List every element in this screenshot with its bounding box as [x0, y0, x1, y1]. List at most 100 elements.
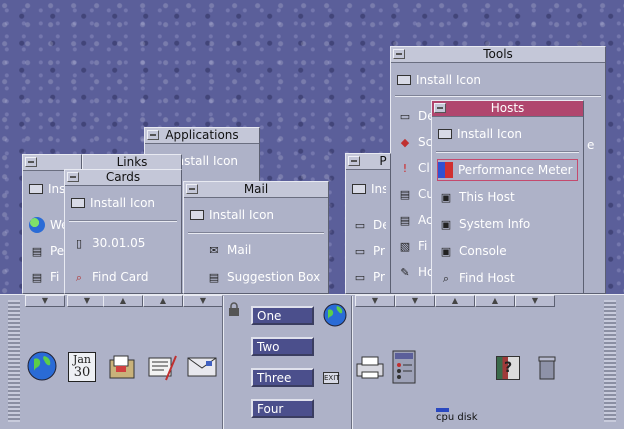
calendar-card-item[interactable]: ▯ 30.01.05	[71, 232, 177, 254]
search-icon: ◆	[400, 135, 410, 149]
disk-label: disk	[457, 412, 478, 423]
printers-item-label: Pri	[373, 270, 386, 284]
lock-icon[interactable]	[228, 302, 240, 316]
exit-button[interactable]: EXIT	[323, 372, 340, 384]
install-icon	[352, 184, 366, 194]
panel-divider	[222, 296, 224, 429]
console-item[interactable]: ▣ Console	[438, 240, 579, 262]
hotkey-icon: ✎	[400, 265, 410, 279]
envelope-icon: ✉	[209, 243, 219, 257]
applications-titlebar[interactable]: Applications	[145, 128, 259, 144]
mail-item[interactable]: ✉ Mail	[206, 239, 324, 261]
applications-install-icon[interactable]: Install Icon	[173, 150, 255, 172]
hosts-window: Hosts Install Icon Performance Meter ▣ T…	[431, 100, 584, 294]
workspace-one-button[interactable]: One	[251, 306, 314, 325]
printers-window: P Ins ▭ De ▭ Pri ▭ Pri	[345, 153, 391, 294]
find-file-icon: ▧	[399, 239, 411, 253]
links-item-label: Pe	[50, 244, 65, 258]
subpanel-tab[interactable]: ▲	[475, 295, 515, 307]
install-icon	[71, 198, 85, 208]
subpanel-tab[interactable]: ▲	[435, 295, 475, 307]
help-icon[interactable]: ?	[496, 356, 520, 380]
performance-meter-item[interactable]: Performance Meter	[437, 159, 578, 181]
mail-title: Mail	[243, 182, 269, 196]
subpanel-tab[interactable]: ▼	[183, 295, 223, 307]
hosts-item-label: Performance Meter	[458, 163, 573, 177]
install-icon	[190, 210, 204, 220]
printer-icon[interactable]	[355, 354, 385, 380]
web-browser-icon	[29, 217, 45, 233]
hosts-title: Hosts	[490, 101, 525, 115]
window-menu-button[interactable]	[147, 130, 159, 140]
tools-titlebar[interactable]: Tools	[391, 47, 605, 63]
printers-item[interactable]: ▭ Pri	[352, 240, 386, 262]
subpanel-tab[interactable]: ▼	[395, 295, 435, 307]
find-card-item[interactable]: ⌕ Find Card	[71, 266, 177, 288]
hosts-install-icon[interactable]: Install Icon	[438, 123, 579, 145]
cards-titlebar[interactable]: Cards	[65, 170, 181, 186]
tools-item-label: Cl	[418, 161, 430, 175]
panel-divider	[351, 296, 353, 429]
find-host-item[interactable]: ⌕ Find Host	[438, 267, 579, 289]
tools-install-icon[interactable]: Install Icon	[397, 69, 601, 91]
printers-item[interactable]: ▭ Pri	[352, 266, 386, 288]
window-menu-button[interactable]	[434, 103, 446, 113]
system-info-item[interactable]: ▣ System Info	[438, 213, 579, 235]
find-host-icon: ⌕	[442, 271, 450, 285]
card-icon: ▯	[75, 236, 83, 250]
calendar-icon[interactable]: Jan 30	[68, 352, 96, 382]
panel-handle-left[interactable]	[8, 300, 20, 422]
globe-icon[interactable]	[26, 350, 58, 382]
trash-icon[interactable]	[538, 356, 556, 380]
mail-item-label: Suggestion Box	[227, 270, 321, 284]
text-editor-icon[interactable]	[146, 350, 178, 382]
install-label: Install Icon	[90, 196, 156, 210]
tools-item-label: Fi	[418, 239, 428, 253]
subpanel-tab[interactable]: ▼	[355, 295, 395, 307]
window-menu-button[interactable]	[393, 49, 405, 59]
workspace-three-button[interactable]: Three	[251, 368, 314, 387]
cards-window: Cards Install Icon ▯ 30.01.05 ⌕ Find Card	[64, 169, 182, 294]
printers-install-icon[interactable]: Ins	[352, 178, 386, 200]
subpanel-tab[interactable]: ▲	[103, 295, 143, 307]
separator	[188, 232, 324, 234]
style-manager-icon[interactable]	[392, 350, 416, 384]
mail-titlebar[interactable]: Mail	[184, 182, 328, 198]
subpanel-tab[interactable]: ▲	[143, 295, 183, 307]
file-manager-icon[interactable]	[106, 350, 138, 382]
personal-bookmarks-icon: ▤	[31, 244, 43, 258]
workspace-four-button[interactable]: Four	[251, 399, 314, 418]
install-label: Ins	[371, 182, 386, 196]
mail-item-label: Mail	[227, 243, 252, 257]
workspace-two-button[interactable]: Two	[251, 337, 314, 356]
printers-item[interactable]: ▭ De	[352, 214, 386, 236]
cards-title: Cards	[105, 170, 141, 184]
hosts-item-label: This Host	[459, 190, 515, 204]
window-menu-button[interactable]	[67, 172, 79, 182]
cpu-label: cpu	[436, 412, 455, 423]
access-icon: ▤	[399, 213, 411, 227]
customize-icon: ▤	[399, 187, 411, 201]
subpanel-tab[interactable]: ▼	[67, 295, 107, 307]
workspace-label: Two	[257, 340, 280, 354]
mailer-icon[interactable]	[186, 352, 218, 380]
install-icon	[397, 75, 411, 85]
printers-item-label: Pri	[373, 244, 386, 258]
this-host-item[interactable]: ▣ This Host	[438, 186, 579, 208]
hosts-titlebar[interactable]: Hosts	[432, 101, 583, 117]
desktop-icon: ▭	[399, 109, 411, 123]
subpanel-tab[interactable]: ▼	[515, 295, 555, 307]
subpanel-tab[interactable]: ▼	[25, 295, 65, 307]
cards-install-icon[interactable]: Install Icon	[71, 192, 177, 214]
console-icon: ▣	[440, 244, 452, 258]
printer-icon: ▭	[354, 270, 366, 284]
printers-titlebar[interactable]: P	[346, 154, 390, 170]
suggestion-box-item[interactable]: ▤ Suggestion Box	[206, 266, 324, 288]
window-menu-button[interactable]	[348, 156, 360, 166]
printers-item-label: De	[373, 218, 386, 232]
links-title-ext[interactable]: Links	[82, 154, 182, 170]
mail-install-icon[interactable]: Install Icon	[190, 204, 324, 226]
window-menu-button[interactable]	[25, 157, 37, 167]
window-menu-button[interactable]	[186, 184, 198, 194]
panel-handle-right[interactable]	[604, 300, 616, 422]
